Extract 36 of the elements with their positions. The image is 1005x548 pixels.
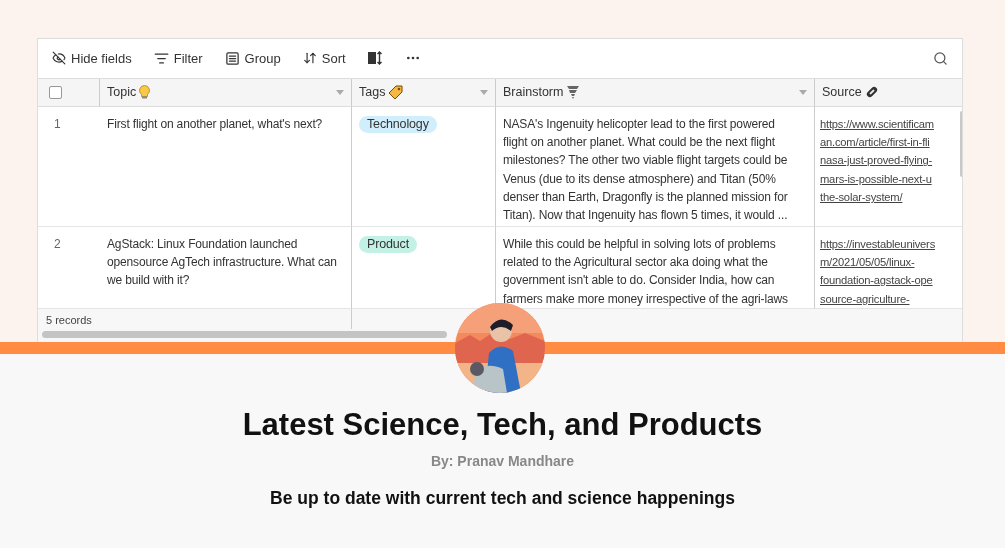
column-header: Topic: [107, 85, 137, 100]
table-cell-text: NASA's Ingenuity helicopter lead to the first powered flight on another planet. What could be the next flight milestones? The other two viable flight targets could be Venus (due to its dense atmosphere) and Titan (50% denser than Earth, Dragonfly is the planned mission for Titan). Now that Ingenuity has flown 5 times, it would ...: [503, 115, 789, 225]
toolbar-button[interactable]: Hide fields: [52, 48, 132, 68]
tag-chip: Product: [359, 235, 418, 253]
tag-icon: [388, 85, 404, 100]
table-cell-text: First flight on another planet, what's next?: [107, 115, 324, 133]
column-header: Brainstorm: [503, 85, 564, 100]
author-line: By: Pranav Mandhare: [430, 453, 575, 469]
dropdown-caret-icon[interactable]: [480, 89, 488, 95]
toolbar-button[interactable]: Group: [224, 48, 281, 68]
search-icon[interactable]: [933, 50, 948, 66]
table-cell-text: While this could be helpful in solving lots of problems related to the Agricultural sector aka doing what the government isn't able to do. Consider India, how can farmers make more money irrespective of the agri-laws: [503, 235, 789, 308]
row-height-icon[interactable]: [367, 51, 383, 66]
lightbulb-icon: [139, 85, 151, 100]
column-header: Tags: [359, 85, 386, 100]
column-header: Source: [822, 85, 862, 100]
scrollbar[interactable]: [42, 330, 447, 338]
hide-icon: [52, 51, 66, 66]
checkbox[interactable]: [49, 85, 62, 99]
group-icon: [224, 50, 240, 66]
record-count: 5 records: [46, 313, 92, 326]
table-cell-text: AgStack: Linux Foundation launched opensource AgTech infrastructure. What can we build with it?: [107, 235, 338, 290]
source-link[interactable]: https://www.scientificam an.com/article/first-in-fli nasa-just-proved-flying- mars-is-possible-next-u the-solar-system/: [820, 114, 934, 207]
filter-icon: [153, 50, 169, 66]
tornado-icon: [566, 85, 581, 100]
toolbar-button[interactable]: Sort: [302, 48, 346, 68]
source-link[interactable]: https://investableunivers m/2021/05/05/linux- foundation-agstack-ope source-agriculture-: [820, 234, 936, 308]
tagline: Be up to date with current tech and science happenings: [270, 488, 735, 509]
dropdown-caret-icon[interactable]: [336, 89, 344, 95]
toolbar-button[interactable]: Filter: [153, 48, 203, 68]
dropdown-caret-icon[interactable]: [799, 89, 807, 95]
tag-chip: Technology: [359, 115, 437, 133]
sort-icon: [302, 51, 317, 66]
row-number: 2: [53, 236, 61, 251]
page-title: Latest Science, Tech, and Products: [242, 407, 763, 443]
row-number: 1: [53, 116, 61, 131]
